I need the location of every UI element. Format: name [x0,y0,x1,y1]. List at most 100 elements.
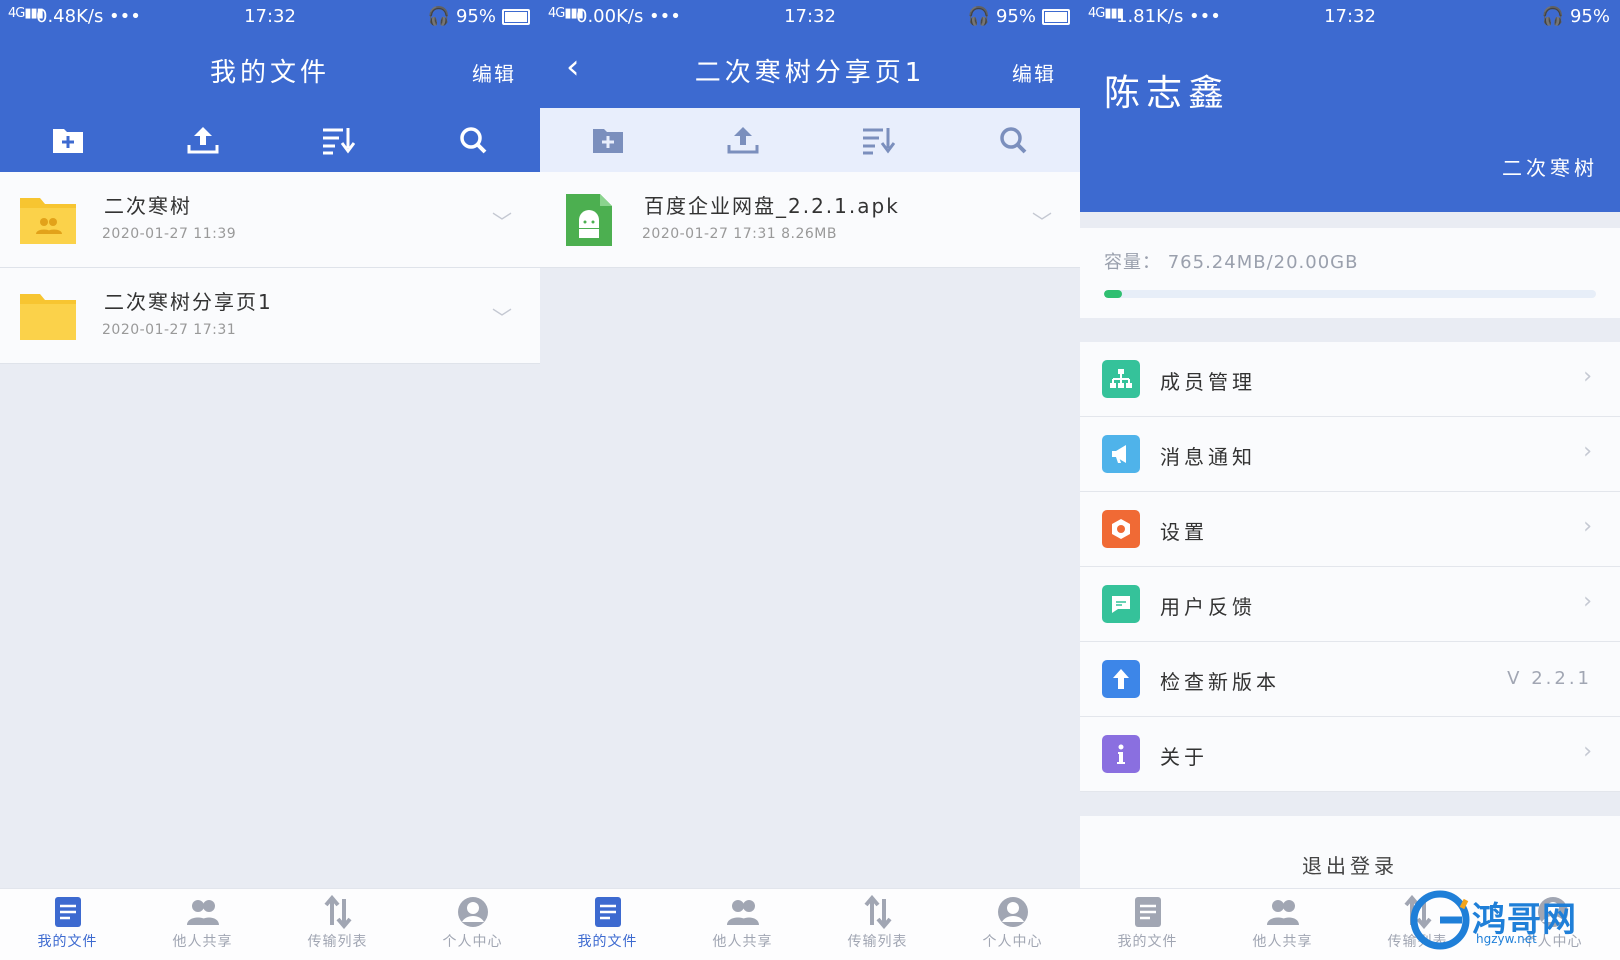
menu-item-check-update[interactable]: 检查新版本 V 2.2.1 [1080,642,1620,717]
nav-label: 传输列表 [847,934,908,950]
menu-label: 检查新版本 [1160,670,1280,694]
android-apk-icon [566,194,612,246]
list-item[interactable]: 百度企业网盘_2.2.1.apk 2020-01-27 17:31 8.26MB… [540,172,1080,268]
chevron-right-icon: › [1583,739,1592,764]
nav-label: 我的文件 [577,934,638,950]
file-toolbar [0,108,540,172]
nav-label: 他人共享 [172,934,233,950]
new-folder-icon [52,129,83,153]
battery-icon [1042,8,1070,25]
users-icon [186,900,219,925]
headphone-icon: 🎧 [427,6,450,27]
status-bar: 4G▮▮▮ 0.48K/s ••• 17:32 🎧 95% [0,0,540,34]
menu-item-about[interactable]: 关于 › [1080,717,1620,792]
upload-button[interactable] [713,118,773,162]
version-value: V 2.2.1 [1507,668,1592,689]
nav-profile[interactable]: 个人中心 [418,889,528,960]
title-bar: 我的文件 编辑 [0,34,540,108]
nav-transfer[interactable]: 传输列表 [283,889,393,960]
org-chart-icon [1102,360,1140,398]
settings-menu: 成员管理 › 消息通知 › 设置 › 用户反馈 › 检查新版本 V 2.2.1 … [1080,342,1620,792]
nav-my-files[interactable]: 我的文件 [1093,889,1203,960]
site-watermark: 鸿哥网 hgzyw.net [1410,888,1610,954]
hexagon-settings-icon [1102,510,1140,548]
new-folder-button[interactable] [578,118,638,162]
menu-item-notifications[interactable]: 消息通知 › [1080,417,1620,492]
capacity-label: 容量： 765.24MB/20.00GB [1104,252,1359,273]
chat-bubble-icon [1102,585,1140,623]
file-toolbar [540,108,1080,172]
sort-button[interactable] [848,118,908,162]
sort-icon [862,128,895,155]
new-folder-icon [592,129,623,153]
menu-label: 成员管理 [1160,370,1256,394]
list-item[interactable]: 二次寒树分享页1 2020-01-27 17:31 ﹀ [0,268,540,364]
file-name: 二次寒树 [104,194,192,218]
user-circle-icon [457,897,488,927]
sort-button[interactable] [308,118,368,162]
document-icon [594,897,621,927]
document-icon [1134,897,1161,927]
folder-detail-screen: 4G▮▮▮ 0.00K/s ••• 17:32 🎧 95% ‹ 二次寒树分享页1… [540,0,1080,960]
chevron-down-icon[interactable]: ﹀ [492,206,512,235]
file-list: 二次寒树 2020-01-27 11:39 ﹀ 二次寒树分享页1 2020-01… [0,172,540,364]
nav-label: 我的文件 [37,934,98,950]
transfer-icon [863,895,892,929]
chevron-right-icon: › [1583,364,1592,389]
nav-profile[interactable]: 个人中心 [958,889,1068,960]
users-icon [726,900,759,925]
nav-my-files[interactable]: 我的文件 [553,889,663,960]
search-button[interactable] [443,118,503,162]
headphone-icon: 🎧 [967,6,990,27]
status-time: 17:32 [1324,6,1376,27]
edit-button[interactable]: 编辑 [1012,58,1056,87]
battery-percent: 95% [995,6,1036,27]
logout-button[interactable]: 退出登录 [1080,816,1620,888]
team-name: 二次寒树 [1502,156,1598,180]
upload-icon [727,127,758,154]
chevron-right-icon: › [1583,514,1592,539]
chevron-down-icon[interactable]: ﹀ [1032,206,1052,235]
users-icon [1266,900,1299,925]
nav-shared[interactable]: 他人共享 [688,889,798,960]
battery-percent: 95% [1569,6,1610,27]
menu-label: 消息通知 [1160,445,1256,469]
upload-icon [187,127,218,154]
status-bar: 4G▮▮▮ 1.81K/s ••• 17:32 🎧 95% [1080,0,1620,34]
page-title: 二次寒树分享页1 [694,58,926,88]
shared-folder-icon [20,198,76,244]
megaphone-icon [1102,435,1140,473]
profile-header: 陈志鑫 二次寒树 [1080,34,1620,212]
menu-label: 关于 [1160,745,1208,769]
status-bar: 4G▮▮▮ 0.00K/s ••• 17:32 🎧 95% [540,0,1080,34]
search-icon [999,127,1026,154]
user-circle-icon [997,897,1028,927]
new-folder-button[interactable] [38,118,98,162]
nav-shared[interactable]: 他人共享 [1228,889,1338,960]
nav-transfer[interactable]: 传输列表 [823,889,933,960]
nav-label: 他人共享 [1252,934,1313,950]
bottom-nav: 我的文件 他人共享 传输列表 个人中心 [540,888,1080,960]
profile-screen: 4G▮▮▮ 1.81K/s ••• 17:32 🎧 95% 陈志鑫 二次寒树 容… [1080,0,1620,960]
nav-label: 传输列表 [307,934,368,950]
file-meta: 2020-01-27 17:31 [102,322,237,338]
search-button[interactable] [983,118,1043,162]
chevron-down-icon[interactable]: ﹀ [492,302,512,331]
chevron-right-icon: › [1583,589,1592,614]
menu-item-settings[interactable]: 设置 › [1080,492,1620,567]
list-item[interactable]: 二次寒树 2020-01-27 11:39 ﹀ [0,172,540,268]
title-bar: ‹ 二次寒树分享页1 编辑 [540,34,1080,108]
edit-button[interactable]: 编辑 [472,58,516,87]
transfer-icon [323,895,352,929]
file-meta: 2020-01-27 11:39 [102,226,237,242]
folder-icon [20,294,76,340]
nav-shared[interactable]: 他人共享 [148,889,258,960]
bottom-nav: 我的文件 他人共享 传输列表 个人中心 [0,888,540,960]
document-icon [54,897,81,927]
nav-my-files[interactable]: 我的文件 [13,889,123,960]
menu-label: 用户反馈 [1160,595,1256,619]
upload-button[interactable] [173,118,233,162]
menu-item-feedback[interactable]: 用户反馈 › [1080,567,1620,642]
menu-item-members[interactable]: 成员管理 › [1080,342,1620,417]
info-icon [1102,735,1140,773]
